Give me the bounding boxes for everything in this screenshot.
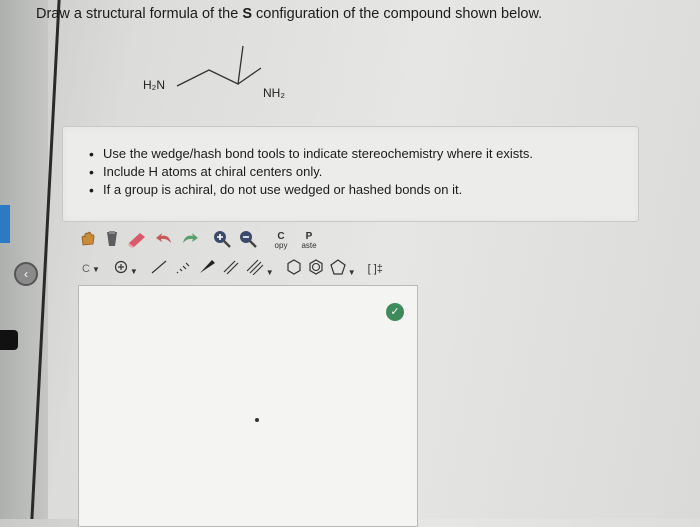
zoom-out-icon[interactable] [238, 229, 258, 254]
molecule-bonds [176, 45, 244, 87]
chevron-left-icon[interactable]: ‹ [14, 262, 38, 286]
molecule-left-group: H₂N [143, 78, 165, 92]
charge-plus-icon [114, 260, 127, 273]
double-bond-icon [223, 260, 239, 274]
chevron-down-icon: ▼ [91, 265, 100, 274]
question-prefix: Draw a structural formula of the [36, 6, 243, 22]
hexagon-icon [287, 258, 301, 275]
lasso-icon[interactable] [104, 229, 120, 254]
chevron-down-icon: ▼ [129, 266, 138, 276]
question-text: Draw a structural formula of the S confi… [36, 6, 656, 22]
zoom-in-icon[interactable] [212, 229, 232, 254]
instruction-item: If a group is achiral, do not use wedged… [89, 181, 638, 199]
single-bond-tool[interactable] [150, 259, 168, 280]
canvas-dot [255, 418, 259, 422]
page-edge [0, 0, 48, 519]
carbon-atom-label: C [82, 263, 90, 275]
side-tab-dark[interactable] [0, 330, 18, 350]
hash-bond-icon [176, 262, 190, 273]
check-icon: ✓ [386, 303, 404, 321]
question-configuration: S [242, 6, 252, 22]
benzene-tool[interactable] [308, 258, 324, 280]
redo-icon[interactable] [180, 229, 200, 254]
carbon-atom-select[interactable]: C ▼ [82, 263, 100, 275]
question-suffix: configuration of the compound shown belo… [251, 6, 543, 22]
chevron-down-icon: ▼ [265, 267, 274, 277]
charge-bracket-tool[interactable]: [ ]‡ [368, 263, 383, 275]
charge-plus-select[interactable]: ▼ [114, 260, 138, 279]
triple-bond-select[interactable]: ▼ [246, 259, 274, 280]
wedge-bond-tool[interactable] [198, 259, 216, 280]
molecule-right-group: NH₂ [263, 86, 285, 100]
instructions-list: Use the wedge/hash bond tools to indicat… [63, 127, 638, 199]
molecule-bond-right [237, 67, 262, 85]
hash-bond-tool[interactable] [174, 259, 192, 280]
hand-icon[interactable] [78, 229, 98, 254]
triple-bond-icon [246, 259, 264, 275]
copy-button[interactable]: C opy [270, 232, 292, 250]
drawing-canvas[interactable] [78, 285, 418, 527]
undo-icon[interactable] [154, 229, 174, 254]
charge-bracket-label: [ ]‡ [367, 263, 383, 275]
toolbar-row-bottom: C ▼ ▼ ▼ ▼ [ ]‡ [78, 258, 389, 280]
pentagon-icon [330, 258, 346, 275]
molecule-structure: H₂N NH₂ [135, 38, 305, 108]
copy-label: opy [274, 241, 288, 250]
paste-button[interactable]: P aste [298, 232, 320, 250]
single-bond-icon [151, 260, 167, 273]
wedge-bond-icon [199, 259, 215, 273]
chevron-down-icon: ▼ [347, 267, 356, 277]
benzene-icon [309, 258, 323, 275]
cyclopentane-select[interactable]: ▼ [330, 258, 356, 280]
eraser-icon[interactable] [126, 229, 148, 254]
cyclohexane-tool[interactable] [286, 258, 302, 280]
instructions-box: Use the wedge/hash bond tools to indicat… [62, 126, 639, 222]
paste-label: aste [301, 241, 317, 250]
double-bond-tool[interactable] [222, 259, 240, 280]
toolbar-row-top: C opy P aste [78, 230, 326, 252]
side-tab[interactable] [0, 205, 10, 243]
instruction-item: Include H atoms at chiral centers only. [89, 163, 638, 181]
instruction-item: Use the wedge/hash bond tools to indicat… [89, 145, 638, 163]
